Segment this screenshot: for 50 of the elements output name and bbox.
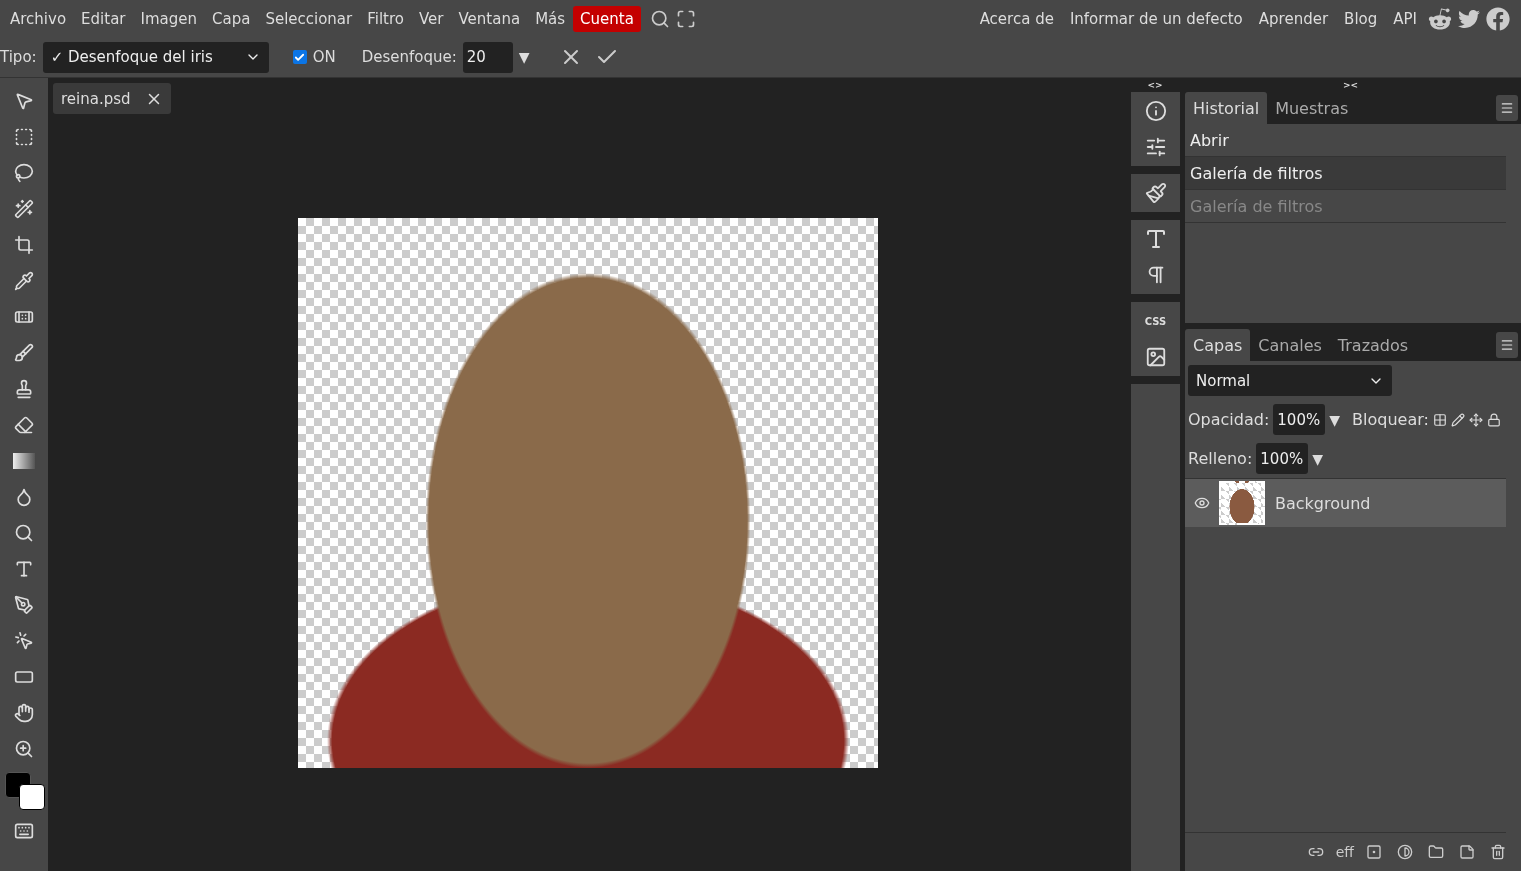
layer-thumbnail: [1219, 481, 1265, 525]
layer-row[interactable]: Background: [1185, 479, 1506, 527]
document-tab[interactable]: reina.psd: [53, 83, 171, 114]
collapse-toggle[interactable]: ><: [1180, 78, 1521, 92]
opacity-label: Opacidad:: [1188, 410, 1270, 429]
collapse-toggle[interactable]: <>: [1130, 78, 1180, 92]
blur-label: Desenfoque:: [361, 48, 457, 66]
lock-icon[interactable]: [1486, 412, 1501, 427]
menu-item[interactable]: Imagen: [133, 5, 204, 32]
fill-label: Relleno:: [1188, 449, 1253, 468]
fill-arrow[interactable]: ▼: [1312, 450, 1324, 467]
blur-type-dropdown[interactable]: ✓ Desenfoque del iris: [42, 41, 269, 73]
effects-button[interactable]: eff: [1335, 844, 1354, 860]
opacity-arrow[interactable]: ▼: [1329, 411, 1341, 428]
menu-item[interactable]: Archivo: [3, 5, 74, 32]
menu-item[interactable]: Editar: [74, 5, 133, 32]
color-swatches-drawing[interactable]: [2, 770, 46, 810]
account-button[interactable]: Cuenta: [573, 5, 641, 32]
nav-link[interactable]: Blog: [1336, 5, 1386, 32]
menu-item[interactable]: Ver: [412, 5, 451, 32]
nav-link[interactable]: API: [1385, 5, 1425, 32]
nav-link[interactable]: Informar de un defecto: [1061, 5, 1251, 32]
checkerboard-icon[interactable]: [1432, 412, 1447, 427]
menu-icon[interactable]: [1496, 332, 1518, 358]
menu-item[interactable]: Más: [528, 5, 573, 32]
menu-item[interactable]: Filtro: [360, 5, 411, 32]
history-item[interactable]: Galería de filtros: [1185, 157, 1506, 190]
blend-mode-dropdown[interactable]: Normal: [1188, 365, 1392, 396]
fill-input[interactable]: 100%: [1256, 443, 1309, 474]
panel-tab[interactable]: Historial: [1185, 92, 1268, 124]
menu-item[interactable]: Seleccionar: [258, 5, 360, 32]
panel-tab[interactable]: Canales: [1250, 329, 1330, 361]
layer-name: Background: [1275, 493, 1371, 513]
panel-tab[interactable]: Capas: [1185, 329, 1251, 361]
blur-slider-arrow[interactable]: ▼: [518, 49, 530, 65]
panel-tab[interactable]: Trazados: [1329, 329, 1417, 361]
on-label: ON: [312, 48, 336, 66]
opacity-input[interactable]: 100%: [1273, 404, 1326, 435]
nav-link[interactable]: Aprender: [1250, 5, 1337, 32]
menu-icon[interactable]: [1496, 95, 1518, 121]
nav-link[interactable]: Acerca de: [971, 5, 1062, 32]
on-checkbox[interactable]: [292, 50, 307, 64]
lock-label: Bloquear:: [1352, 410, 1429, 429]
panel-tab[interactable]: Muestras: [1267, 92, 1357, 124]
pencil-icon[interactable]: [1450, 412, 1465, 427]
move-icon[interactable]: [1468, 412, 1483, 427]
blur-input[interactable]: 20: [462, 41, 513, 73]
menu-item[interactable]: Ventana: [451, 5, 528, 32]
menu-item[interactable]: Capa: [205, 5, 258, 32]
type-label: Tipo:: [0, 48, 37, 66]
